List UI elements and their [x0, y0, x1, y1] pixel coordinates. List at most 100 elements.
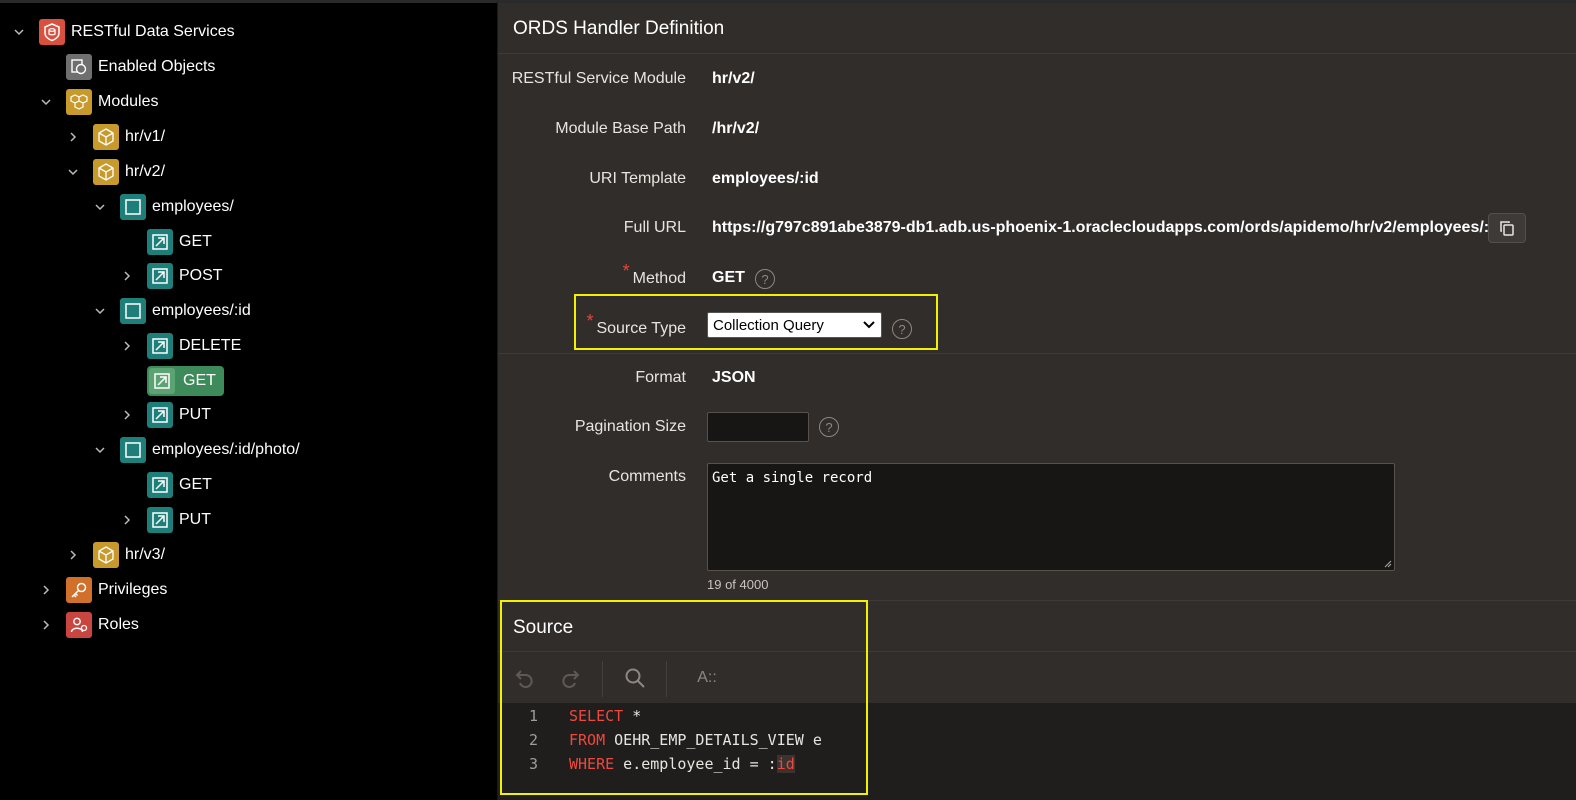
- tree-node-label: POST: [179, 267, 223, 284]
- template-icon: [120, 298, 146, 324]
- tree-node-label: DELETE: [179, 337, 242, 354]
- search-icon: [625, 668, 645, 688]
- chevron-down-icon[interactable]: [93, 200, 107, 214]
- sql-keyword: SELECT: [569, 707, 624, 725]
- tree-node-label: PUT: [179, 511, 211, 528]
- tree-node-label: Roles: [98, 616, 139, 633]
- handler-icon: [147, 263, 173, 289]
- chevron-down-icon[interactable]: [93, 304, 107, 318]
- chevron-right-icon[interactable]: [39, 618, 53, 632]
- chevron-right-icon[interactable]: [39, 583, 53, 597]
- pagination-size-input[interactable]: [707, 412, 809, 442]
- character-counter: 19 of 4000: [707, 577, 769, 592]
- font-size-button[interactable]: A::: [687, 665, 727, 691]
- tree-node-label: employees/:id/photo/: [152, 441, 300, 458]
- uri-template-value: employees/:id: [712, 170, 819, 187]
- chevron-down-icon[interactable]: [12, 25, 26, 39]
- copy-url-button[interactable]: [1488, 213, 1526, 243]
- copy-icon: [1500, 221, 1514, 236]
- full-url-value: https://g797c891abe3879-db1.adb.us-phoen…: [712, 219, 1504, 236]
- divider: [498, 600, 1576, 601]
- tree-node-modules[interactable]: Modules: [39, 87, 158, 117]
- tree-node-employees-post[interactable]: POST: [120, 261, 223, 291]
- module-label: RESTful Service Module: [511, 70, 686, 87]
- tree-node-label: Modules: [98, 93, 159, 110]
- tree-node-employees-id[interactable]: employees/:id: [93, 296, 251, 326]
- help-icon[interactable]: ?: [819, 417, 839, 437]
- module-value: hr/v2/: [712, 70, 755, 87]
- handler-icon: [149, 368, 175, 394]
- key-icon: [66, 577, 92, 603]
- redo-icon: [562, 670, 580, 688]
- tree-node-employees-get[interactable]: GET: [120, 227, 212, 257]
- redo-button[interactable]: [555, 665, 585, 691]
- chevron-down-icon: [863, 321, 875, 329]
- comments-textarea[interactable]: Get a single record: [707, 463, 1395, 571]
- tree-node-roles[interactable]: Roles: [39, 610, 139, 640]
- required-marker: *: [622, 261, 630, 281]
- divider: [498, 651, 1576, 652]
- tree-node-label: GET: [179, 233, 212, 250]
- chevron-right-icon[interactable]: [120, 339, 134, 353]
- sql-keyword: WHERE: [569, 755, 615, 773]
- tree-node-label: employees/: [152, 198, 234, 215]
- chevron-down-icon[interactable]: [93, 443, 107, 457]
- undo-button[interactable]: [510, 665, 540, 691]
- tree-node-employees-id-put[interactable]: PUT: [120, 400, 211, 430]
- format-value: JSON: [712, 369, 756, 386]
- chevron-right-icon[interactable]: [120, 513, 134, 527]
- base-path-value: /hr/v2/: [712, 120, 760, 137]
- comments-text: Get a single record: [712, 470, 873, 486]
- tree-node-hr-v2[interactable]: hr/v2/: [66, 157, 165, 187]
- tree-node-photo-get[interactable]: GET: [120, 470, 212, 500]
- chevron-down-icon[interactable]: [39, 95, 53, 109]
- module-cube-icon: [93, 124, 119, 150]
- tree-node-label: hr/v3/: [125, 546, 166, 563]
- tree-node-enabled-objects[interactable]: Enabled Objects: [39, 52, 215, 82]
- handler-icon: [147, 229, 173, 255]
- handler-icon: [147, 333, 173, 359]
- code-text: e.employee_id = :: [614, 755, 777, 773]
- help-icon[interactable]: ?: [892, 319, 912, 339]
- tree-node-employees-id-get[interactable]: GET: [120, 366, 224, 396]
- code-editor[interactable]: 1 SELECT * 2 FROM OEHR_EMP_DETAILS_VIEW …: [498, 703, 1576, 800]
- undo-icon: [515, 670, 533, 688]
- help-icon[interactable]: ?: [755, 269, 775, 289]
- chevron-down-icon[interactable]: [66, 165, 80, 179]
- module-cube-icon: [93, 542, 119, 568]
- resize-grip-icon[interactable]: [1384, 560, 1392, 568]
- sql-keyword: FROM: [569, 731, 606, 749]
- chevron-right-icon[interactable]: [120, 269, 134, 283]
- chevron-right-icon[interactable]: [120, 408, 134, 422]
- search-button[interactable]: [620, 665, 650, 691]
- tree-node-employees-id-delete[interactable]: DELETE: [120, 331, 241, 361]
- tree-node-privileges[interactable]: Privileges: [39, 575, 167, 605]
- tree-node-employees-id-photo[interactable]: employees/:id/photo/: [93, 435, 300, 465]
- tree-node-label: Enabled Objects: [98, 58, 216, 75]
- tree-node-hr-v3[interactable]: hr/v3/: [66, 540, 165, 570]
- source-type-select[interactable]: Collection Query: [707, 312, 882, 338]
- tree-node-restful-data-services[interactable]: RESTful Data Services: [12, 17, 235, 47]
- tree-node-label: PUT: [179, 406, 211, 423]
- code-text: *: [623, 707, 642, 725]
- source-region-title: Source: [513, 617, 574, 638]
- line-number: 1: [528, 707, 538, 725]
- modules-icon: [66, 89, 92, 115]
- tree-node-hr-v1[interactable]: hr/v1/: [66, 122, 165, 152]
- tree-node-employees[interactable]: employees/: [93, 192, 234, 222]
- pagination-label: Pagination Size: [574, 418, 686, 435]
- chevron-right-icon[interactable]: [66, 130, 80, 144]
- handler-icon: [147, 472, 173, 498]
- tree-node-label: hr/v2/: [125, 163, 166, 180]
- line-number: 2: [528, 731, 538, 749]
- format-label: Format: [635, 369, 686, 386]
- divider: [498, 353, 1576, 354]
- tree-node-photo-put[interactable]: PUT: [120, 505, 211, 535]
- required-marker: *: [586, 311, 594, 331]
- code-line: 2 FROM OEHR_EMP_DETAILS_VIEW e: [498, 728, 822, 752]
- line-number: 3: [528, 755, 538, 773]
- selected-node-highlight[interactable]: GET: [147, 366, 224, 396]
- chevron-right-icon[interactable]: [66, 548, 80, 562]
- database-icon: [39, 19, 65, 45]
- tree-node-label: GET: [183, 372, 216, 389]
